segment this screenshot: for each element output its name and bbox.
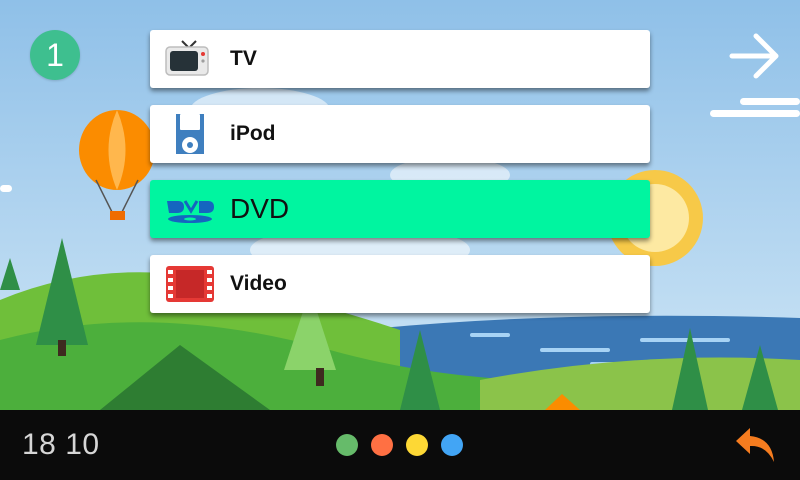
menu-item-ipod[interactable]: iPod (150, 105, 650, 163)
channel-number-badge: 1 (30, 30, 80, 80)
menu-item-tv[interactable]: TV (150, 30, 650, 88)
tv-icon (165, 40, 209, 76)
bottom-status-bar: 18 10 (0, 410, 800, 480)
video-film-icon (166, 266, 214, 302)
back-arrow-icon[interactable] (732, 424, 778, 466)
page-dot-blue[interactable] (441, 434, 463, 456)
menu-item-video[interactable]: Video (150, 255, 650, 313)
page-dot-yellow[interactable] (406, 434, 428, 456)
dvd-logo-icon (167, 200, 214, 223)
menu-item-label: TV (230, 47, 257, 70)
menu-item-label: Video (230, 272, 287, 295)
menu-item-label: iPod (230, 122, 276, 145)
clock: 18 10 (22, 428, 100, 461)
page-dot-green[interactable] (336, 434, 358, 456)
page-dot-orange[interactable] (371, 434, 393, 456)
arrow-right-icon[interactable] (726, 28, 782, 84)
ipod-icon (176, 114, 204, 154)
menu-item-label: DVD (230, 193, 290, 224)
menu-item-dvd[interactable]: DVD (150, 180, 650, 238)
